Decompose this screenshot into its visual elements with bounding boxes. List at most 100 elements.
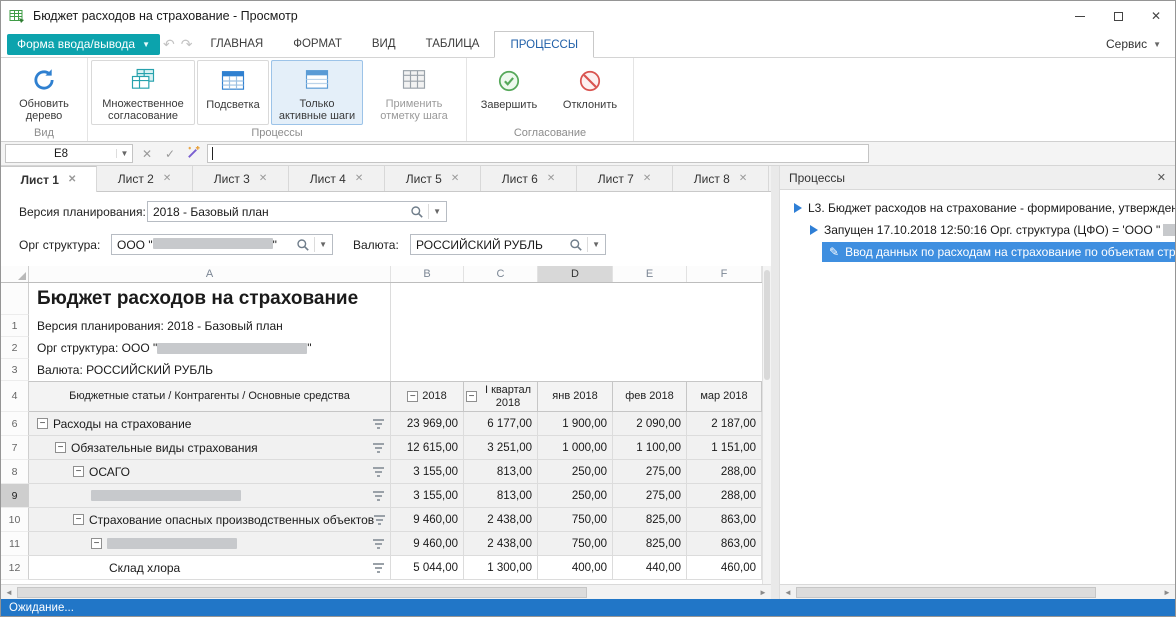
tab-view[interactable]: ВИД (357, 31, 411, 57)
tab-close-icon[interactable]: ✕ (259, 173, 267, 184)
grid-cell[interactable]: 2 438,00 (464, 532, 538, 556)
org-structure-combobox[interactable]: ООО "" ▼ (111, 234, 333, 255)
sheet-tab-6[interactable]: Лист 6✕ (481, 166, 577, 191)
column-header-e[interactable]: E (613, 266, 687, 282)
dimension-header-cell[interactable]: Бюджетные статьи / Контрагенты / Основны… (29, 381, 391, 412)
tab-format[interactable]: ФОРМАТ (278, 31, 357, 57)
row-header[interactable]: 4 (1, 381, 29, 412)
grid-cell[interactable]: 1 000,00 (538, 436, 613, 460)
collapse-icon[interactable] (55, 442, 66, 453)
table-row[interactable]: 11 9 460,00 2 438,00 750,00 825,00 863,0… (1, 532, 762, 556)
cancel-entry-icon[interactable]: ✕ (138, 147, 156, 161)
row-label-cell[interactable] (29, 484, 391, 508)
empty-cells[interactable] (391, 337, 762, 359)
apply-step-mark-button[interactable]: Применить отметку шага (365, 60, 463, 125)
version-combobox[interactable]: 2018 - Базовый план ▼ (147, 201, 447, 222)
tab-close-icon[interactable]: ✕ (547, 173, 555, 184)
grid-cell[interactable]: 440,00 (613, 556, 687, 580)
sheet-tab-4[interactable]: Лист 4✕ (289, 166, 385, 191)
column-header-c[interactable]: C (464, 266, 538, 282)
grid-cell[interactable]: 1 300,00 (464, 556, 538, 580)
period-header-cell[interactable]: мар 2018 (687, 381, 762, 412)
info-cell[interactable]: Орг структура: ООО "" (29, 337, 391, 359)
sheet-tab-7[interactable]: Лист 7✕ (577, 166, 673, 191)
cell-reference-box[interactable]: E8 ▼ (5, 144, 133, 163)
empty-cells[interactable] (391, 283, 762, 315)
filter-icon[interactable] (373, 467, 384, 477)
grid-cell[interactable]: 3 251,00 (464, 436, 538, 460)
row-header[interactable]: 1 (1, 315, 29, 337)
chevron-down-icon[interactable]: ▼ (433, 207, 441, 216)
scroll-right-icon[interactable]: ► (755, 585, 771, 599)
filter-icon[interactable] (373, 491, 384, 501)
empty-cells[interactable] (391, 315, 762, 337)
confirm-entry-icon[interactable]: ✓ (161, 147, 179, 161)
grid-cell[interactable]: 9 460,00 (391, 508, 464, 532)
table-row[interactable]: 3 Валюта: РОССИЙСКИЙ РУБЛЬ (1, 359, 762, 381)
row-header[interactable]: 6 (1, 412, 29, 436)
panel-close-icon[interactable]: ✕ (1157, 171, 1166, 184)
process-step-node-selected[interactable]: ✎ Ввод данных по расходам на страхование… (780, 241, 1175, 263)
row-header[interactable]: 8 (1, 460, 29, 484)
tab-close-icon[interactable]: ✕ (68, 174, 76, 185)
grid-cell[interactable]: 2 090,00 (613, 412, 687, 436)
sheet-tab-1[interactable]: Лист 1✕ (1, 166, 97, 192)
table-row[interactable]: Бюджет расходов на страхование (1, 283, 762, 315)
row-label-cell[interactable]: Страхование опасных производственных объ… (29, 508, 391, 532)
scrollbar-thumb[interactable] (796, 587, 1096, 598)
chevron-down-icon[interactable]: ▼ (592, 240, 600, 249)
vertical-scrollbar[interactable] (762, 266, 771, 584)
grid-cell[interactable]: 460,00 (687, 556, 762, 580)
pane-splitter[interactable] (771, 166, 779, 599)
grid-cell[interactable]: 250,00 (538, 484, 613, 508)
row-header[interactable]: 12 (1, 556, 29, 580)
grid-cell[interactable]: 3 155,00 (391, 484, 464, 508)
collapse-icon[interactable] (37, 418, 48, 429)
horizontal-scrollbar[interactable]: ◄ ► (1, 584, 771, 599)
scrollbar-thumb[interactable] (764, 270, 770, 380)
grid-cell[interactable]: 863,00 (687, 532, 762, 556)
grid-cell[interactable]: 12 615,00 (391, 436, 464, 460)
row-header[interactable]: 3 (1, 359, 29, 381)
tab-close-icon[interactable]: ✕ (451, 173, 459, 184)
table-header-row[interactable]: 4 Бюджетные статьи / Контрагенты / Основ… (1, 381, 762, 412)
decline-button[interactable]: Отклонить (550, 60, 630, 125)
chevron-down-icon[interactable]: ▼ (319, 240, 327, 249)
sheet-tab-5[interactable]: Лист 5✕ (385, 166, 481, 191)
scroll-right-icon[interactable]: ► (1159, 585, 1175, 599)
grid-cell[interactable]: 275,00 (613, 460, 687, 484)
period-header-cell[interactable]: 2018 (391, 381, 464, 412)
magnifier-icon[interactable] (296, 238, 310, 252)
tab-close-icon[interactable]: ✕ (163, 173, 171, 184)
row-header[interactable] (1, 283, 29, 315)
sheet-tab-3[interactable]: Лист 3✕ (193, 166, 289, 191)
undo-button[interactable]: ↶ (163, 37, 175, 51)
grid-cell[interactable]: 863,00 (687, 508, 762, 532)
magnifier-icon[interactable] (410, 205, 424, 219)
grid-cell[interactable]: 813,00 (464, 484, 538, 508)
refresh-tree-button[interactable]: Обновить дерево (4, 60, 84, 125)
row-label-cell[interactable]: Обязательные виды страхования (29, 436, 391, 460)
grid-cell[interactable]: 2 438,00 (464, 508, 538, 532)
row-label-cell[interactable] (29, 532, 391, 556)
grid-cell[interactable]: 400,00 (538, 556, 613, 580)
multi-approval-button[interactable]: Множественное согласование (91, 60, 195, 125)
tab-table[interactable]: ТАБЛИЦА (411, 31, 495, 57)
service-menu[interactable]: Сервис ▼ (1106, 37, 1161, 51)
tab-close-icon[interactable]: ✕ (739, 173, 747, 184)
row-label-cell[interactable]: Склад хлора (29, 556, 391, 580)
row-header-selected[interactable]: 9 (1, 484, 29, 508)
scroll-left-icon[interactable]: ◄ (1, 585, 17, 599)
select-all-corner[interactable] (1, 266, 29, 282)
grid-cell[interactable]: 250,00 (538, 460, 613, 484)
table-row[interactable]: 8 ОСАГО 3 155,00 813,00 250,00 275,00 28… (1, 460, 762, 484)
grid-cell[interactable]: 1 100,00 (613, 436, 687, 460)
grid-cell[interactable]: 6 177,00 (464, 412, 538, 436)
period-header-cell[interactable]: фев 2018 (613, 381, 687, 412)
row-label-cell[interactable]: Расходы на страхование (29, 412, 391, 436)
filter-icon[interactable] (374, 515, 385, 525)
table-row[interactable]: 12 Склад хлора 5 044,00 1 300,00 400,00 … (1, 556, 762, 580)
grid-cell[interactable]: 23 969,00 (391, 412, 464, 436)
collapse-icon[interactable] (73, 466, 84, 477)
grid-cell[interactable]: 2 187,00 (687, 412, 762, 436)
